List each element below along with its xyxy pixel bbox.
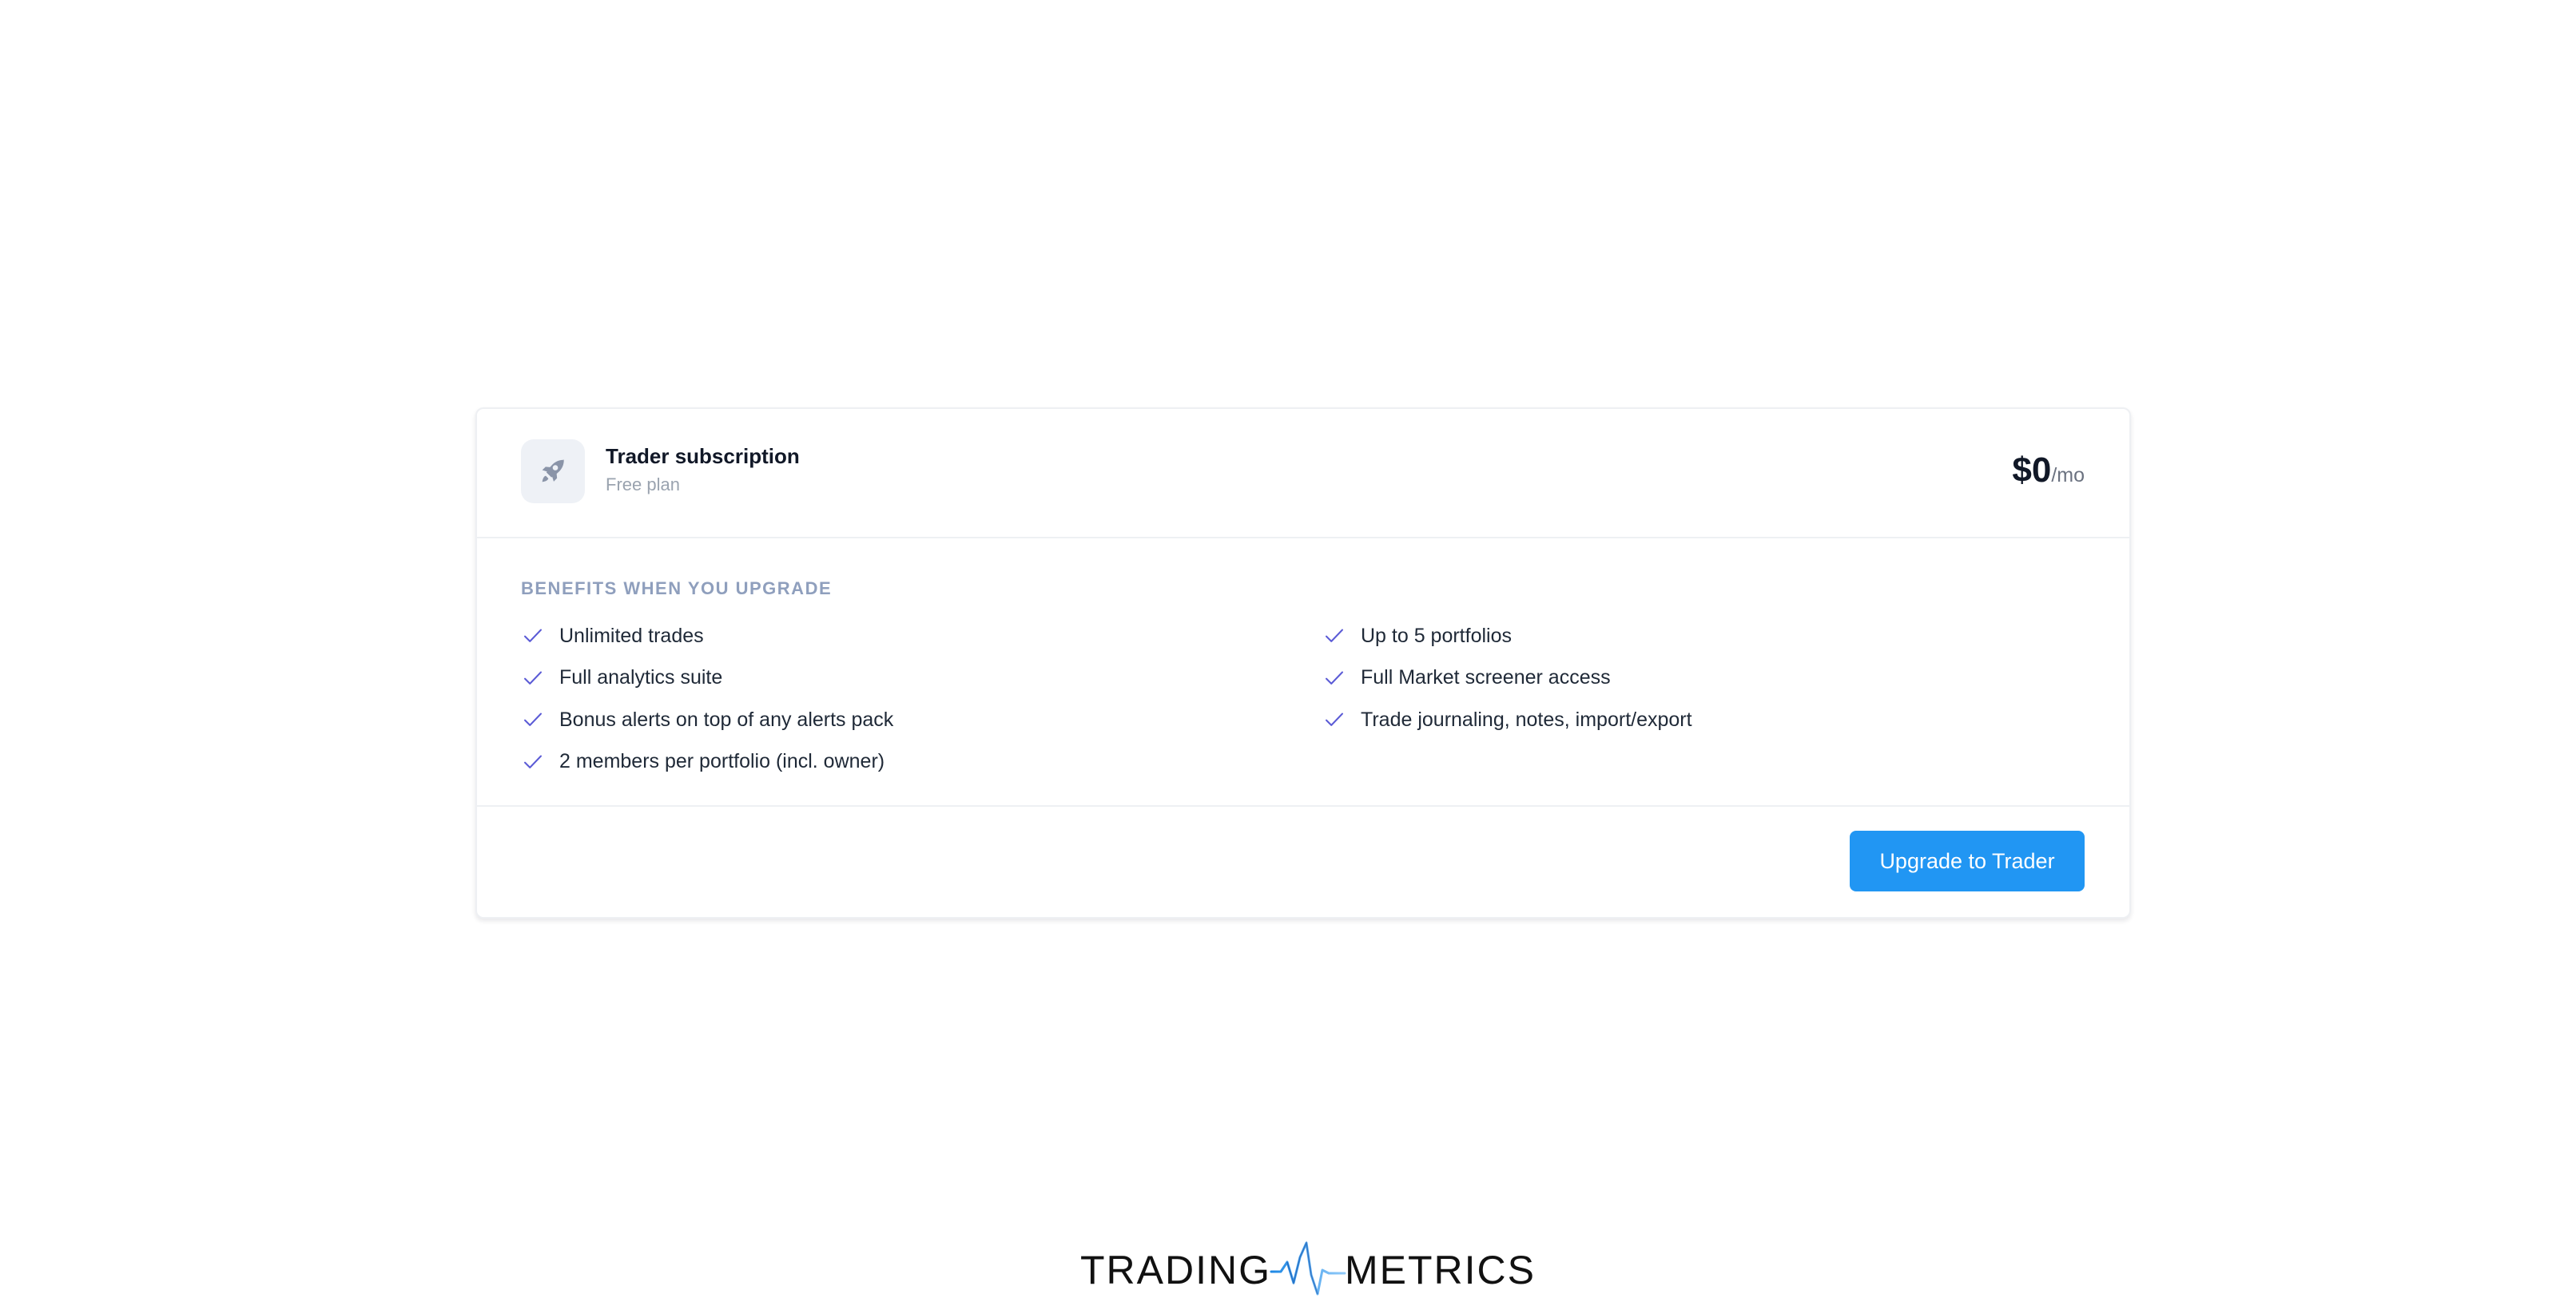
benefit-text: Bonus alerts on top of any alerts pack	[559, 708, 894, 731]
logo-word-left: TRADING	[1080, 1248, 1271, 1292]
pulse-wave-icon	[1270, 1241, 1346, 1296]
check-icon	[1326, 713, 1343, 727]
benefit-item: Full Market screener access	[1322, 657, 1692, 700]
logo-word-right: METRICS	[1345, 1248, 1536, 1292]
plan-subtitle: Free plan	[606, 474, 680, 494]
benefit-item: 2 members per portfolio (incl. owner)	[521, 741, 893, 784]
benefits-heading: BENEFITS WHEN YOU UPGRADE	[521, 578, 833, 598]
benefit-item: Trade journaling, notes, import/export	[1322, 699, 1692, 741]
benefit-text: Full Market screener access	[1361, 666, 1611, 689]
card-footer: Upgrade to Trader	[477, 805, 2129, 917]
benefits-section: BENEFITS WHEN YOU UPGRADE Unlimited trad…	[477, 537, 2129, 807]
price-period: /mo	[2051, 464, 2085, 486]
benefit-text: Trade journaling, notes, import/export	[1361, 708, 1692, 731]
card-header: Trader subscription Free plan $0/mo	[477, 409, 2129, 538]
benefit-text: Up to 5 portfolios	[1361, 624, 1512, 647]
benefit-text: Unlimited trades	[559, 624, 704, 647]
check-icon	[524, 755, 542, 768]
check-icon	[524, 629, 542, 643]
benefit-text: 2 members per portfolio (incl. owner)	[559, 750, 885, 773]
benefit-item: Up to 5 portfolios	[1322, 615, 1692, 657]
benefit-text: Full analytics suite	[559, 666, 723, 689]
benefit-item: Bonus alerts on top of any alerts pack	[521, 699, 893, 741]
upgrade-button[interactable]: Upgrade to Trader	[1850, 831, 2085, 891]
check-icon	[1326, 629, 1343, 643]
plan-price: $0/mo	[2012, 451, 2085, 490]
benefits-list-right: Up to 5 portfolios Full Market screener …	[1322, 615, 1692, 741]
subscription-card: Trader subscription Free plan $0/mo BENE…	[475, 407, 2131, 919]
rocket-icon	[521, 439, 585, 503]
benefit-item: Full analytics suite	[521, 657, 893, 700]
price-amount: $0	[2012, 451, 2052, 490]
benefits-list-left: Unlimited trades Full analytics suite Bo…	[521, 615, 893, 783]
benefit-item: Unlimited trades	[521, 615, 893, 657]
plan-title: Trader subscription	[606, 444, 800, 468]
check-icon	[524, 671, 542, 685]
check-icon	[524, 713, 542, 727]
brand-logo: TRADING METRICS	[1080, 1238, 1536, 1302]
check-icon	[1326, 671, 1343, 685]
